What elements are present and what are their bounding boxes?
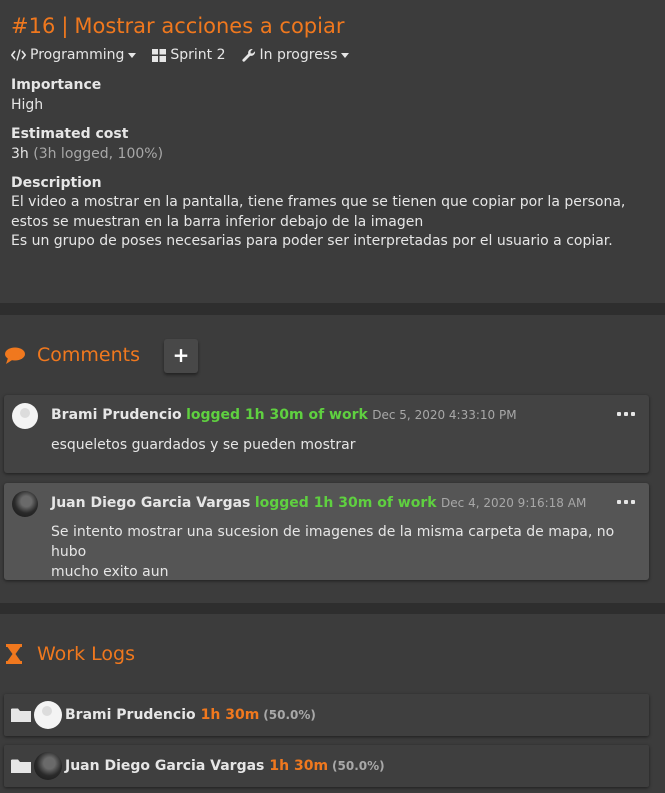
cost-logged-detail: (3h logged, 100%) [33, 146, 164, 162]
avatar [34, 701, 62, 729]
task-title-separator: | [61, 14, 69, 38]
worklog-user: Juan Diego Garcia Vargas [65, 758, 265, 774]
avatar [12, 403, 38, 429]
status-label: In progress [259, 47, 338, 63]
task-number: #16 [11, 14, 56, 38]
task-title: #16 | Mostrar acciones a copiar [11, 11, 654, 41]
hourglass-icon [6, 644, 22, 664]
description-line: estos se muestran en la barra inferior d… [11, 213, 424, 230]
avatar [12, 491, 38, 517]
worklog-row[interactable]: Juan Diego Garcia Vargas 1h 30m (50.0%) [4, 745, 649, 787]
worklog-hours: 1h 30m [200, 707, 260, 723]
status-dropdown[interactable]: In progress [241, 47, 350, 63]
comment-body-line: esqueletos guardados y se pueden mostrar [51, 437, 356, 453]
description-line: Es un grupo de poses necesarias para pod… [11, 233, 613, 249]
cost-hours: 3h [11, 146, 29, 162]
estimated-cost-value: 3h (3h logged, 100%) [11, 144, 654, 164]
comment-date: Dec 4, 2020 9:16:18 AM [441, 496, 587, 510]
description-label: Description [11, 175, 102, 191]
worklogs-header: Work Logs [4, 643, 135, 665]
avatar [34, 752, 62, 780]
folder-icon [11, 759, 31, 773]
grid-icon [152, 48, 167, 62]
worklog-row[interactable]: Brami Prudencio 1h 30m (50.0%) [4, 694, 649, 736]
importance-value: High [11, 97, 44, 113]
add-comment-button[interactable]: + [164, 339, 198, 373]
task-details-panel: #16 | Mostrar acciones a copiar Programmin… [0, 0, 665, 303]
comment-date: Dec 5, 2020 4:33:10 PM [372, 408, 517, 422]
comment-card: Juan Diego Garcia Vargas logged 1h 30m o… [4, 483, 649, 580]
task-meta-row: Programming Sprint 2 In progress [11, 44, 654, 66]
chevron-down-icon [128, 52, 137, 58]
folder-icon [11, 708, 31, 722]
worklogs-section: Work Logs Brami Prudencio 1h 30m (50.0%)… [0, 614, 665, 793]
worklogs-title: Work Logs [37, 643, 135, 665]
comment-body-line: Se intento mostrar una sucesion de image… [51, 524, 615, 560]
chevron-down-icon [341, 52, 350, 58]
comment-card: Brami Prudencio logged 1h 30m of work De… [4, 395, 649, 473]
estimated-cost-label: Estimated cost [11, 126, 129, 142]
worklog-percent: (50.0%) [332, 759, 385, 773]
comment-meta: Juan Diego Garcia Vargas logged 1h 30m o… [51, 495, 586, 511]
description-line: El video a mostrar en la pantalla, tiene… [11, 194, 626, 210]
sprint-link[interactable]: Sprint 2 [152, 47, 226, 63]
comment-body-line: mucho exito aun [51, 564, 169, 580]
comment-meta: Brami Prudencio logged 1h 30m of work De… [51, 407, 517, 423]
worklog-hours: 1h 30m [269, 758, 329, 774]
comments-title: Comments [37, 344, 140, 366]
comment-logged-work: logged 1h 30m of work [186, 407, 368, 423]
importance-field: Importance High [11, 75, 654, 115]
comment-body: esqueletos guardados y se pueden mostrar [51, 435, 355, 455]
comment-options-button[interactable] [617, 500, 635, 506]
comments-header: Comments [4, 344, 140, 366]
section-divider [0, 603, 665, 614]
task-title-text: Mostrar acciones a copiar [74, 14, 345, 38]
comment-author[interactable]: Juan Diego Garcia Vargas [51, 495, 250, 511]
importance-label: Importance [11, 77, 102, 93]
comment-body: Se intento mostrar una sucesion de image… [51, 522, 649, 582]
type-dropdown[interactable]: Programming [11, 47, 137, 63]
comment-bubble-icon [5, 347, 25, 364]
comment-logged-work: logged 1h 30m of work [254, 495, 437, 511]
comment-author[interactable]: Brami Prudencio [51, 407, 182, 423]
code-icon [11, 49, 26, 61]
type-label: Programming [30, 47, 125, 63]
worklog-user: Brami Prudencio [65, 707, 196, 723]
section-divider [0, 303, 665, 315]
sprint-label: Sprint 2 [170, 47, 226, 63]
worklog-percent: (50.0%) [263, 708, 316, 722]
description-field: Description El video a mostrar en la pan… [11, 173, 654, 252]
wrench-icon [241, 48, 255, 62]
comments-section: Comments + Brami Prudencio logged 1h 30m… [0, 315, 665, 603]
estimated-cost-field: Estimated cost 3h (3h logged, 100%) [11, 124, 654, 164]
comment-options-button[interactable] [617, 412, 635, 418]
